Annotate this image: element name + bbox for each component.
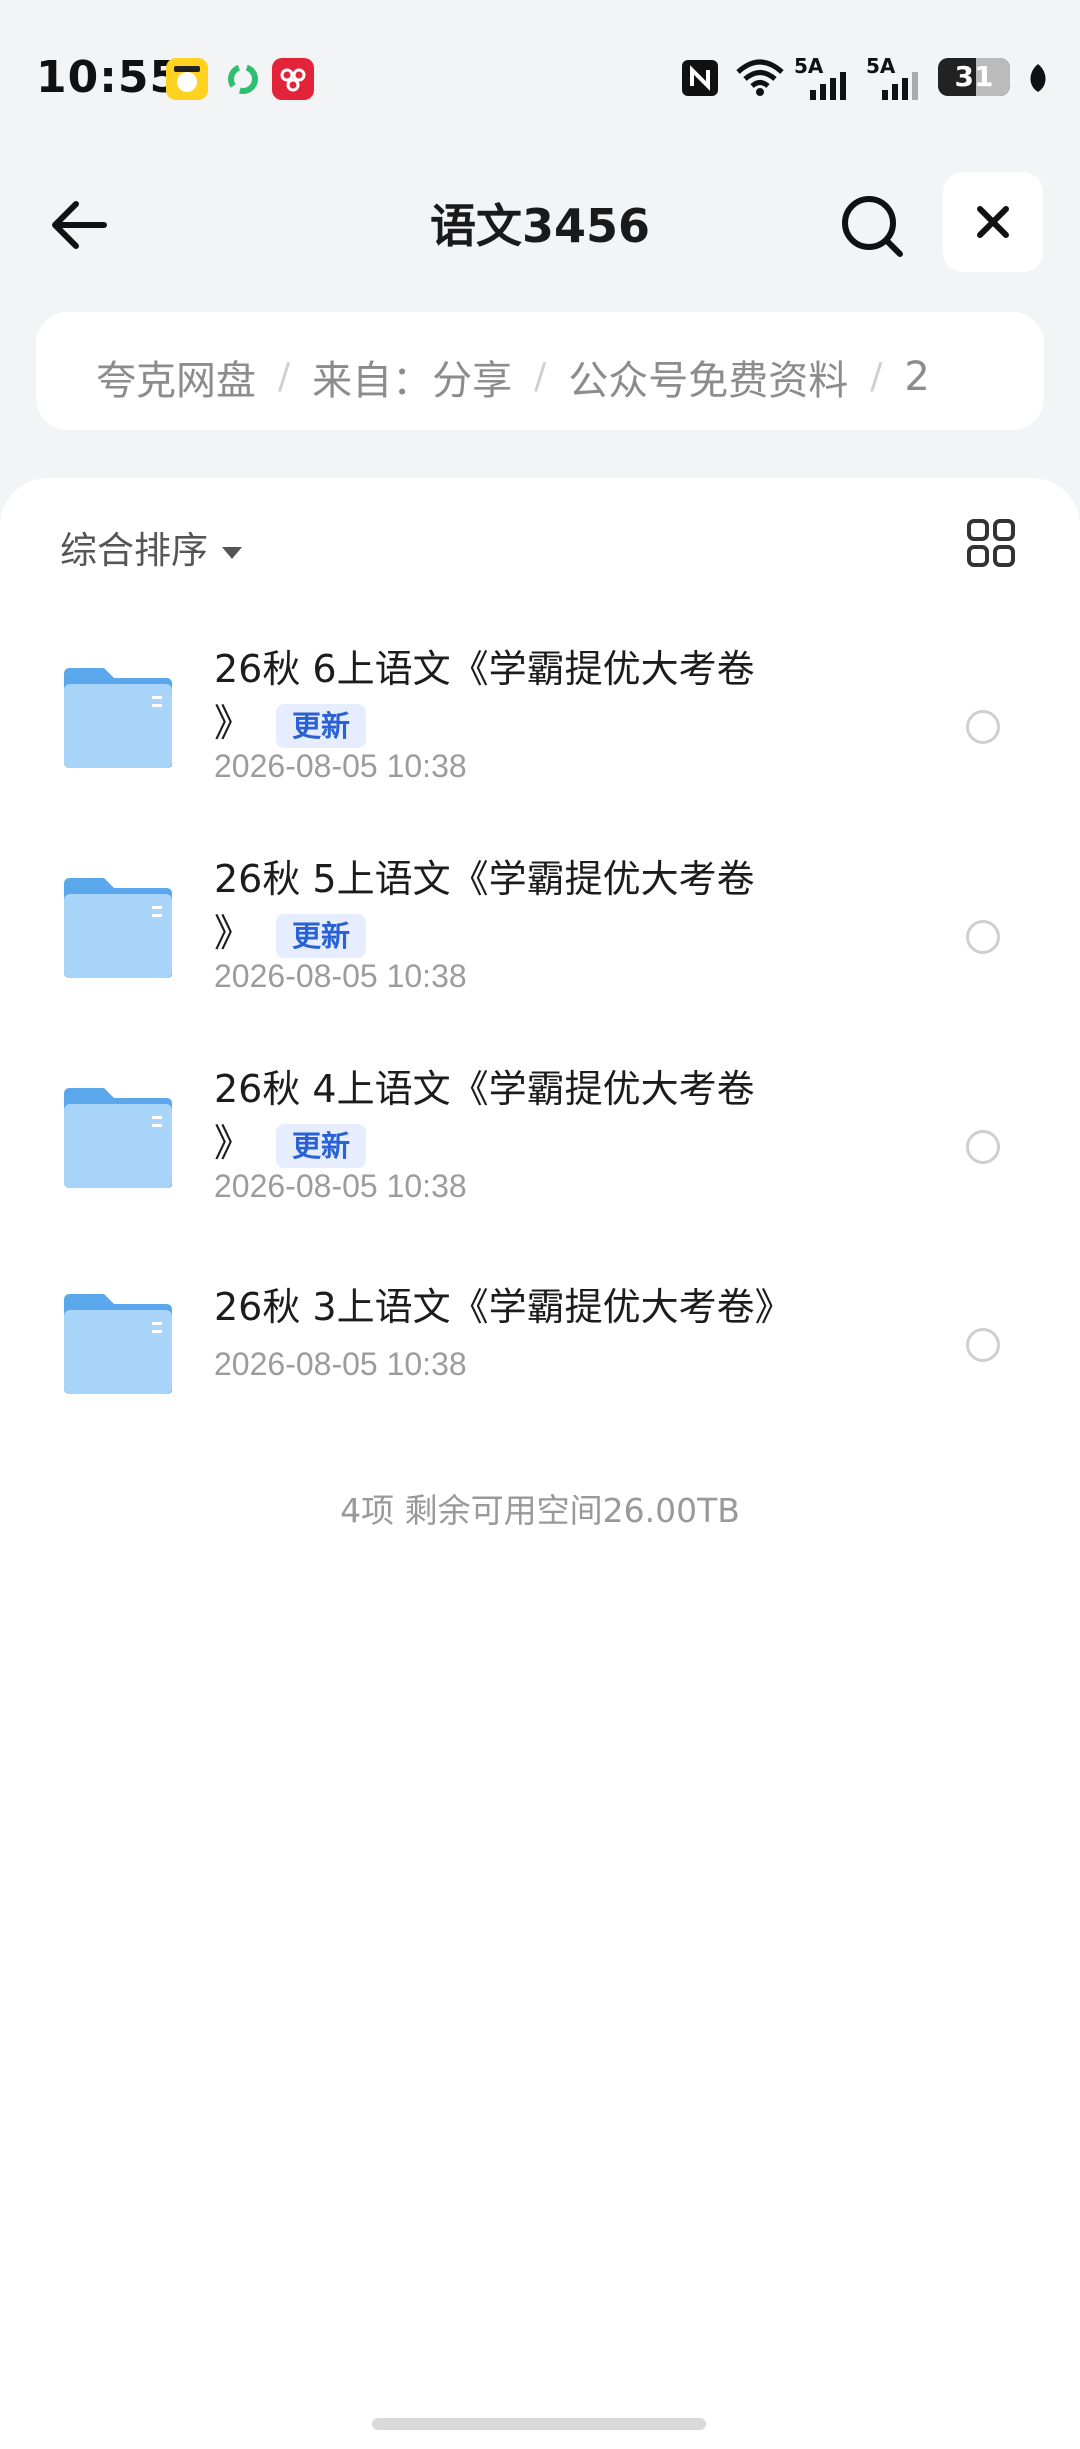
file-list-item[interactable]: 26秋 6上语文《学霸提优大考卷 》更新 2026-08-05 10:38: [0, 628, 1080, 828]
file-name-line2: 》: [214, 1121, 253, 1165]
breadcrumb-item-folder[interactable]: 公众号免费资料: [568, 348, 848, 406]
breadcrumb-separator: /: [870, 356, 883, 397]
close-icon: [977, 206, 1009, 238]
status-icons: 5A 5A 31: [680, 54, 1050, 104]
file-list-panel: 综合排序 26秋 6上语文《学霸提优大考卷 》更新 2026-08-05 10:…: [0, 478, 1080, 2449]
file-date: 2026-08-05 10:38: [214, 748, 467, 784]
home-indicator[interactable]: [372, 2418, 706, 2430]
file-list-item[interactable]: 26秋 5上语文《学霸提优大考卷 》更新 2026-08-05 10:38: [0, 840, 1080, 1040]
nfc-icon: [682, 60, 718, 96]
file-name: 26秋 5上语文《学霸提优大考卷 》更新: [214, 852, 794, 960]
status-bar: 10:55 5A 5A 31: [0, 0, 1080, 160]
search-button[interactable]: [838, 192, 908, 262]
select-checkbox[interactable]: [966, 1328, 1000, 1362]
leaf-icon: [1030, 64, 1046, 92]
app-badge-yellow-icon: [166, 58, 208, 100]
file-name-line1: 26秋 3上语文《学霸提优大考卷》: [214, 1285, 793, 1329]
select-checkbox[interactable]: [966, 1130, 1000, 1164]
folder-icon: [64, 1294, 172, 1394]
breadcrumb-item-home[interactable]: 夸克网盘: [96, 348, 256, 406]
breadcrumb-item-current[interactable]: 2: [904, 354, 929, 400]
folder-icon: [64, 1088, 172, 1188]
update-badge: 更新: [276, 703, 367, 748]
wifi-icon: [736, 59, 784, 96]
page-title: 语文3456: [429, 199, 651, 253]
file-name-line2: 》: [214, 911, 253, 955]
file-name-line2: 》: [214, 701, 253, 745]
breadcrumb-separator: /: [278, 356, 291, 397]
battery-icon: 31: [938, 58, 1010, 96]
search-icon: [842, 196, 903, 257]
caret-down-icon: [222, 546, 242, 559]
update-badge: 更新: [276, 1123, 367, 1168]
file-name-line1: 26秋 4上语文《学霸提优大考卷: [214, 1067, 755, 1111]
breadcrumb-items: 夸克网盘 / 来自：分享 / 公众号免费资料 / 2: [96, 348, 930, 406]
file-name-line1: 26秋 6上语文《学霸提优大考卷: [214, 647, 755, 691]
status-time: 10:55: [36, 52, 182, 103]
sort-dropdown[interactable]: 综合排序: [60, 520, 242, 574]
signal-2-icon: [882, 72, 918, 100]
file-date: 2026-08-05 10:38: [214, 958, 467, 994]
file-date: 2026-08-05 10:38: [214, 1346, 467, 1382]
battery-level: 31: [954, 60, 994, 93]
update-badge: 更新: [276, 913, 367, 958]
screen: 10:55 5A 5A 31 语文3456 夸克网盘 / 来自：分享 / 公众号…: [0, 0, 1080, 2449]
app-badge-sync-icon: [222, 58, 264, 100]
select-checkbox[interactable]: [966, 920, 1000, 954]
file-name: 26秋 6上语文《学霸提优大考卷 》更新: [214, 642, 794, 750]
header-bar: 语文3456: [0, 170, 1080, 280]
sort-label: 综合排序: [60, 529, 208, 572]
file-list-item[interactable]: 26秋 4上语文《学霸提优大考卷 》更新 2026-08-05 10:38: [0, 1052, 1080, 1252]
file-name: 26秋 3上语文《学霸提优大考卷》: [214, 1280, 794, 1334]
app-badge-red-icon: [272, 58, 314, 100]
breadcrumb-item-share[interactable]: 来自：分享: [312, 348, 512, 406]
signal-1-icon: [810, 72, 846, 100]
select-checkbox[interactable]: [966, 710, 1000, 744]
folder-icon: [64, 668, 172, 768]
grid-view-button[interactable]: [966, 518, 1016, 568]
breadcrumb: 夸克网盘 / 来自：分享 / 公众号免费资料 / 2: [36, 312, 1044, 430]
file-list-item[interactable]: 26秋 3上语文《学霸提优大考卷》 2026-08-05 10:38: [0, 1264, 1080, 1464]
file-date: 2026-08-05 10:38: [214, 1168, 467, 1204]
file-name: 26秋 4上语文《学霸提优大考卷 》更新: [214, 1062, 794, 1170]
storage-summary: 4项 剩余可用空间26.00TB: [340, 1491, 740, 1530]
file-name-line1: 26秋 5上语文《学霸提优大考卷: [214, 857, 755, 901]
grid-view-icon: [967, 519, 1015, 567]
breadcrumb-separator: /: [534, 356, 547, 397]
folder-icon: [64, 878, 172, 978]
close-button[interactable]: [943, 172, 1043, 272]
